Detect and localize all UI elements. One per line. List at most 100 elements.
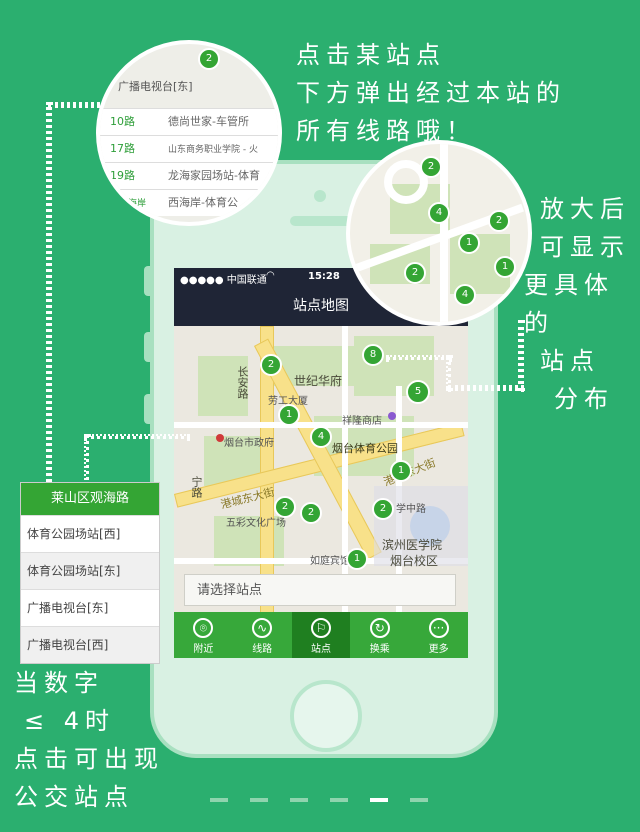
- tab-stations[interactable]: ⚐ 站点: [291, 612, 351, 658]
- annotation-line: 分布: [554, 385, 614, 413]
- tab-routes[interactable]: ∿ 线路: [233, 612, 292, 658]
- station-pin: 2: [404, 262, 426, 284]
- tab-transfer[interactable]: ↻ 换乘: [350, 612, 409, 658]
- connector-line: [84, 434, 190, 439]
- station-list-card: 莱山区观海路 体育公园场站[西] 体育公园场站[东] 广播电视台[东] 广播电视…: [20, 482, 160, 664]
- route-row[interactable]: 17路 山东商务职业学院 - 火: [100, 135, 278, 162]
- map-label: 长安路: [236, 366, 249, 399]
- route-name: 龙海家园场站-体育: [168, 169, 260, 182]
- route-number: 路西海岸: [110, 199, 147, 209]
- route-row[interactable]: 10路 德尚世家-车管所: [100, 108, 278, 135]
- phone-side-button: [144, 332, 154, 362]
- station-pin: 4: [454, 284, 476, 306]
- annotation-line: 点击某站点: [296, 41, 446, 69]
- station-pin[interactable]: 2: [260, 354, 282, 376]
- more-icon: ···: [428, 618, 449, 638]
- map-label: 滨州医学院: [382, 538, 443, 552]
- station-pin: 2: [198, 48, 220, 70]
- map-label: 烟台校区: [390, 554, 439, 568]
- home-button[interactable]: [290, 680, 362, 752]
- station-pin: 2: [420, 156, 442, 178]
- annotation-line: 下方弹出经过本站的: [296, 79, 566, 107]
- connector-line: [386, 355, 452, 360]
- station-pin: 2: [488, 210, 510, 232]
- map-road: [342, 326, 348, 616]
- annotation-line: 更具体的: [524, 271, 614, 337]
- station-pin: 1: [494, 256, 516, 278]
- map-label: 五彩文化广场: [226, 518, 286, 529]
- tab-label: 站点: [310, 644, 331, 655]
- map-label: 祥隆商店: [342, 416, 382, 427]
- annotation-line: 放大后: [540, 195, 630, 223]
- map-label: 如庭宾馆: [310, 556, 350, 567]
- connector-line: [448, 385, 524, 391]
- map-label: 学中路: [396, 504, 426, 515]
- page-indicator: [330, 798, 348, 802]
- route-row[interactable]: 19路 龙海家园场站-体育: [100, 162, 278, 189]
- tab-label: 换乘: [369, 644, 390, 655]
- phone-camera: [314, 190, 326, 202]
- location-icon: ⌾: [193, 618, 214, 638]
- station-pin: 4: [428, 202, 450, 224]
- station-pin[interactable]: 2: [300, 502, 322, 524]
- route-number: 10路: [110, 115, 135, 128]
- connector-line: [518, 320, 524, 391]
- zoom-bubble-map: 2 4 2 1 1 2 4: [346, 140, 532, 326]
- map-label: 宁路: [190, 476, 203, 498]
- station-list-item[interactable]: 体育公园场站[东]: [21, 552, 159, 589]
- page-title: 站点地图: [293, 298, 349, 314]
- zoom-bubble-route-list: 2 广播电视台[东] 10路 德尚世家-车管所 17路 山东商务职业学院 - 火 1…: [96, 40, 282, 226]
- route-name: 山东商务职业学院 - 火: [168, 145, 258, 155]
- annotation-top-right: 点击某站点 下方弹出经过本站的 所有线路哦！: [296, 36, 566, 150]
- station-list-item[interactable]: 广播电视台[西]: [21, 626, 159, 663]
- station-pin[interactable]: 5: [406, 380, 430, 404]
- route-number: 19路: [110, 169, 135, 182]
- station-pin[interactable]: 1: [278, 404, 300, 426]
- route-name: 德尚世家-车管所: [168, 115, 249, 128]
- phone-side-button: [144, 394, 154, 424]
- station-pin[interactable]: 1: [346, 548, 368, 570]
- annotation-right: 放大后 可显示 更具体的 站点 分布: [524, 190, 640, 418]
- annotation-line: 可显示: [540, 233, 630, 261]
- connector-line: [48, 102, 106, 108]
- station-search-input[interactable]: 请选择站点: [184, 574, 456, 606]
- status-time: 15:28: [308, 271, 340, 282]
- phone-side-button: [144, 266, 154, 296]
- route-name: 西海岸-体育公: [168, 196, 238, 209]
- station-list-item[interactable]: 广播电视台[东]: [21, 589, 159, 626]
- station-pin[interactable]: 2: [372, 498, 394, 520]
- page-indicator: [290, 798, 308, 802]
- station-list-item[interactable]: 体育公园场站[西]: [21, 515, 159, 552]
- connector-line: [46, 102, 52, 488]
- tab-label: 更多: [428, 644, 449, 655]
- route-row[interactable]: 路西海岸 西海岸-体育公: [100, 189, 278, 216]
- tab-nearby[interactable]: ⌾ 附近: [174, 612, 233, 658]
- annotation-line: 当数字: [14, 669, 104, 697]
- annotation-line: 站点: [540, 347, 600, 375]
- connector-line: [84, 434, 89, 488]
- map-marker-icon: [216, 434, 224, 442]
- map-marker-icon: [388, 412, 396, 420]
- station-pin: 1: [458, 232, 480, 254]
- station-pin[interactable]: 1: [390, 460, 412, 482]
- route-number: 17路: [110, 142, 135, 155]
- annotation-line: ≤ 4时: [24, 707, 116, 735]
- zoom-list-header: 广播电视台[东]: [118, 80, 193, 93]
- annotation-bottom-left: 当数字 ≤ 4时 点击可出现 公交站点: [14, 664, 164, 816]
- annotation-line: 点击可出现: [14, 745, 164, 773]
- map-view[interactable]: 长安路 世纪华府 劳工大厦 祥隆商店 烟台市政府 烟台体育公园 港城东大街 港城…: [174, 326, 468, 616]
- map-label: 烟台体育公园: [332, 442, 398, 455]
- station-pin[interactable]: 4: [310, 426, 332, 448]
- transfer-icon: ↻: [369, 618, 390, 638]
- wifi-icon: ◠: [266, 270, 275, 281]
- map-label: 烟台市政府: [224, 438, 274, 449]
- tab-label: 线路: [252, 644, 273, 655]
- page-indicator: [410, 798, 428, 802]
- route-icon: ∿: [252, 618, 273, 638]
- page-indicator: [210, 798, 228, 802]
- tab-more[interactable]: ··· 更多: [409, 612, 468, 658]
- phone-screen: ●●●●● 中国联通 ◠ 15:28 站点地图 长安路 世纪华府 劳工大厦 祥隆…: [174, 268, 468, 658]
- map-label: 世纪华府: [294, 374, 343, 388]
- station-pin[interactable]: 2: [274, 496, 296, 518]
- station-pin[interactable]: 8: [362, 344, 384, 366]
